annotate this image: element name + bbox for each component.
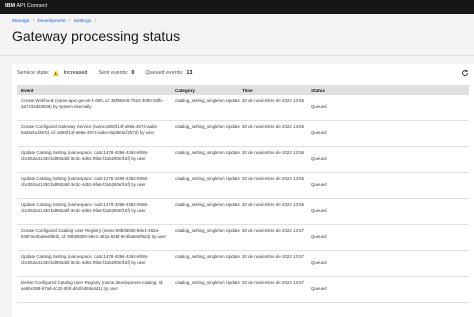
event-cell: Update Catalog Setting (namespace: ca2c1… xyxy=(21,176,149,187)
event-cell: Create Webhook (name:apic-gw-v6-1-000, i… xyxy=(21,98,164,109)
status-cell: Queued xyxy=(311,130,327,135)
status-cell: Queued xyxy=(311,182,327,187)
time-cell: 30 de noviembre de 2022 13:57 xyxy=(242,254,305,259)
category-cell: catalog_setting_singleton Update xyxy=(175,202,240,207)
brand-logo[interactable]: IBM API Connect xyxy=(5,3,47,9)
time-cell: 30 de noviembre de 2022 13:57 xyxy=(242,228,305,233)
page-title: Gateway processing status xyxy=(12,28,181,44)
status-cell: Queued xyxy=(311,156,327,161)
time-cell: 30 de noviembre de 2022 13:57 xyxy=(242,280,305,285)
event-cell: Delete Configured Catalog User Registry … xyxy=(21,280,164,291)
column-header-time[interactable]: Time xyxy=(242,88,311,93)
service-status-bar: Service state: Increased Sent events: 0 … xyxy=(17,70,192,76)
status-cell: Queued xyxy=(311,260,327,265)
event-cell: Update Catalog Setting (namespace: ca2c1… xyxy=(21,150,149,161)
table-row[interactable]: Update Catalog Setting (namespace: ca2c1… xyxy=(17,147,469,173)
time-cell: 30 de noviembre de 2022 13:55 xyxy=(242,124,305,129)
status-cell: Queued xyxy=(311,234,327,239)
category-cell: catalog_setting_singleton Update xyxy=(175,150,240,155)
table-row[interactable]: Delete Configured Catalog User Registry … xyxy=(17,277,469,303)
brand-prefix: IBM xyxy=(5,3,16,9)
warning-icon xyxy=(52,70,59,76)
breadcrumb-development[interactable]: Development xyxy=(37,19,65,24)
time-cell: 30 de noviembre de 2022 13:56 xyxy=(242,176,305,181)
breadcrumb-settings[interactable]: Settings xyxy=(74,19,91,24)
time-cell: 30 de noviembre de 2022 13:56 xyxy=(242,202,305,207)
status-cell: Queued xyxy=(311,104,327,109)
event-cell: Update Catalog Setting (namespace: ca2c1… xyxy=(21,254,149,265)
time-cell: 30 de noviembre de 2022 13:55 xyxy=(242,98,305,103)
category-cell: catalog_setting_singleton Update xyxy=(175,228,240,233)
event-cell: Create Configured Catalog User Registry … xyxy=(21,228,167,239)
header-divider xyxy=(0,55,474,56)
status-panel: Service state: Increased Sent events: 0 … xyxy=(12,64,474,317)
table-row[interactable]: Update Catalog Setting (namespace: ca2c1… xyxy=(17,251,469,277)
time-cell: 30 de noviembre de 2022 13:56 xyxy=(242,150,305,155)
breadcrumb-separator: / xyxy=(94,19,96,24)
table-row[interactable]: Create Configured Gateway Service (name:… xyxy=(17,121,469,147)
category-cell: catalog_setting_singleton Update xyxy=(175,254,240,259)
service-state-label: Service state: xyxy=(17,70,50,76)
breadcrumb: Manage / Development / Settings / xyxy=(12,19,98,24)
queued-events-value: 13 xyxy=(186,70,193,76)
status-cell: Queued xyxy=(311,286,327,291)
sent-events-value: 0 xyxy=(131,70,135,76)
category-cell: catalog_setting_singleton Update xyxy=(175,176,240,181)
column-header-event[interactable]: Event xyxy=(17,88,175,93)
brand-name: API Connect xyxy=(16,3,48,9)
table-row[interactable]: Create Configured Catalog User Registry … xyxy=(17,225,469,251)
column-header-status[interactable]: Status xyxy=(311,88,411,93)
status-cell: Queued xyxy=(311,208,327,213)
breadcrumb-separator: / xyxy=(32,19,35,24)
category-cell: catalog_setting_singleton Update xyxy=(175,280,240,285)
queued-events-label: Queued events: xyxy=(145,70,184,76)
top-header-bar: IBM API Connect xyxy=(0,0,474,14)
column-header-category[interactable]: Category xyxy=(175,88,242,93)
category-cell: catalog_setting_singleton Update xyxy=(175,98,240,103)
table-header: Event Category Time Status xyxy=(17,85,469,95)
category-cell: catalog_setting_singleton Update xyxy=(175,124,240,129)
events-table: Event Category Time Status Create Webhoo… xyxy=(17,85,469,303)
breadcrumb-separator: / xyxy=(68,19,71,24)
table-row[interactable]: Create Webhook (name:apic-gw-v6-1-000, i… xyxy=(17,95,469,121)
event-cell: Create Configured Gateway Service (name:… xyxy=(21,124,159,135)
table-row[interactable]: Update Catalog Setting (namespace: ca2c1… xyxy=(17,199,469,225)
refresh-icon[interactable] xyxy=(461,69,469,77)
event-cell: Update Catalog Setting (namespace: ca2c1… xyxy=(21,202,149,213)
sent-events-label: Sent events: xyxy=(98,70,129,76)
table-row[interactable]: Update Catalog Setting (namespace: ca2c1… xyxy=(17,173,469,199)
service-state-value: Increased xyxy=(63,70,88,76)
breadcrumb-manage[interactable]: Manage xyxy=(12,19,29,24)
